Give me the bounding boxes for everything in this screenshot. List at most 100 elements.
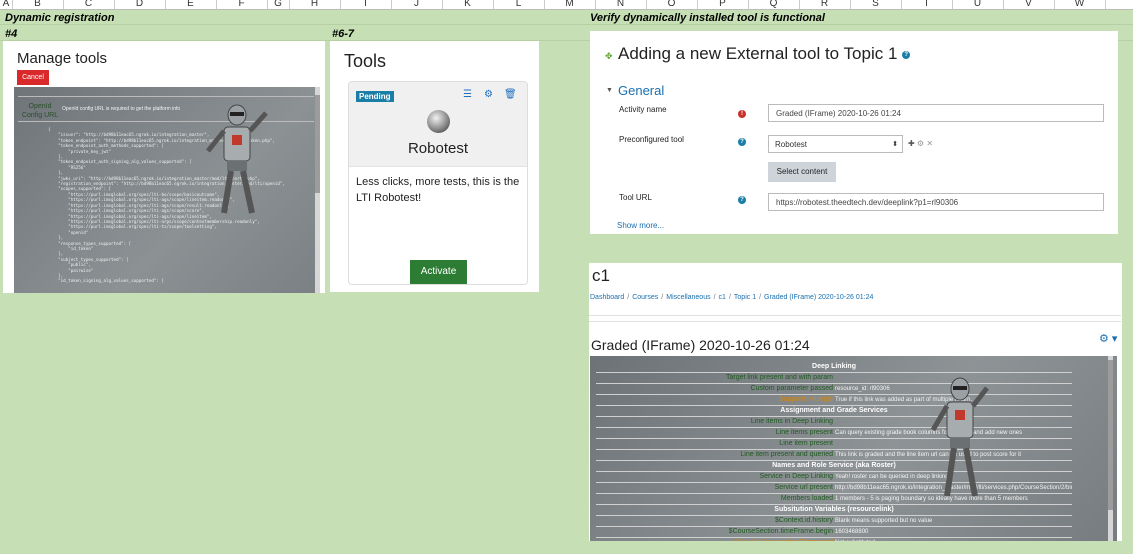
- breadcrumb-item[interactable]: Courses: [632, 294, 658, 301]
- openid-config-message: OpenId config URL is required to get the…: [62, 106, 181, 112]
- deep-linking-table: Deep Linking Target link present and with…: [596, 362, 1072, 541]
- breadcrumb-item[interactable]: Topic 1: [734, 294, 756, 301]
- column-letter[interactable]: M: [544, 0, 596, 9]
- table-row: Line items present Can query existing gra…: [596, 427, 1072, 439]
- table-row: Supports Multiple True if this link was a…: [596, 394, 1072, 406]
- column-letter[interactable]: F: [216, 0, 268, 9]
- robot-image: [930, 377, 989, 497]
- table-row: Line items in Deep Linking: [596, 416, 1072, 428]
- table-row: $CourseSection.timeFrame.endNot substitu…: [596, 537, 1072, 541]
- table-row: Members loaded 1 members - 5 is paging bo…: [596, 493, 1072, 505]
- column-letter[interactable]: R: [799, 0, 851, 9]
- breadcrumb-separator: /: [661, 294, 664, 301]
- table-row: Target link present and with param: [596, 372, 1072, 384]
- table-key: $Context.id.history: [596, 515, 834, 527]
- tool-name: Robotest: [407, 140, 469, 157]
- table-key: Line item present and queried: [596, 449, 834, 461]
- breadcrumb-item[interactable]: Miscellaneous: [666, 294, 710, 301]
- breadcrumb-separator: /: [728, 294, 731, 301]
- frame-scrollbar[interactable]: [1108, 356, 1113, 541]
- breadcrumb-item[interactable]: Graded (IFrame) 2020-10-26 01:24: [764, 294, 873, 301]
- gear-icon[interactable]: ⚙ ▾: [1099, 332, 1117, 345]
- column-letter[interactable]: H: [289, 0, 341, 9]
- frame-scrollbar-thumb[interactable]: [1108, 360, 1113, 510]
- sheet-cell-step-6-7[interactable]: #6-7: [332, 28, 354, 40]
- section-general[interactable]: General: [618, 83, 664, 98]
- robot-image: [206, 104, 268, 214]
- cancel-button[interactable]: Cancel: [17, 70, 49, 85]
- activate-button[interactable]: Activate: [410, 260, 467, 284]
- course-title: c1: [592, 266, 610, 285]
- add-tool-icons[interactable]: ✚ ⚙ ✕: [908, 139, 933, 148]
- table-row: Line item present and queried This link i…: [596, 449, 1072, 461]
- activity-name-input[interactable]: Graded (IFrame) 2020-10-26 01:24: [768, 104, 1104, 122]
- column-letter[interactable]: I: [340, 0, 392, 9]
- preconfigured-tool-select[interactable]: Robotest ⬍: [768, 135, 903, 153]
- frame-scrollbar[interactable]: [315, 87, 320, 293]
- frame-scrollbar-thumb[interactable]: [315, 95, 320, 193]
- show-more-link[interactable]: Show more...: [617, 221, 664, 230]
- breadcrumb-item[interactable]: c1: [719, 294, 726, 301]
- column-letter[interactable]: P: [697, 0, 749, 9]
- tool-logo-icon: [427, 110, 450, 133]
- table-value: Blank means supported but no value: [834, 515, 1072, 527]
- list-icon[interactable]: ☰: [463, 89, 472, 100]
- deep-linking-frame: Deep Linking Target link present and with…: [590, 356, 1117, 541]
- tools-panel: Tools Pending ☰ ⚙ 🗑 Robotest Less clicks…: [330, 41, 539, 292]
- trash-icon[interactable]: 🗑: [504, 89, 517, 100]
- tool-url-input[interactable]: https://robotest.theedtech.dev/deeplink?…: [768, 193, 1104, 211]
- table-row: Deep Linking: [596, 362, 1072, 373]
- help-icon[interactable]: ?: [738, 138, 746, 147]
- table-key: Line items in Deep Linking: [596, 416, 834, 428]
- table-key: Members loaded: [596, 493, 834, 505]
- tool-card-header: Pending ☰ ⚙ 🗑 Robotest: [349, 82, 527, 167]
- column-letter[interactable]: N: [595, 0, 647, 9]
- table-value: 1603468800: [834, 526, 1072, 538]
- column-letter[interactable]: T: [901, 0, 953, 9]
- manage-tools-title: Manage tools: [17, 50, 108, 67]
- grid-line: [0, 24, 1133, 25]
- status-badge: Pending: [356, 91, 394, 102]
- column-letter[interactable]: U: [952, 0, 1004, 9]
- column-letter[interactable]: J: [391, 0, 443, 9]
- column-letter[interactable]: E: [165, 0, 217, 9]
- table-row: Custom parameter passed resource_id: rl90…: [596, 383, 1072, 395]
- gear-icon[interactable]: ⚙: [484, 89, 493, 100]
- help-icon[interactable]: ?: [902, 50, 911, 59]
- external-tool-icon: ✥: [605, 51, 613, 61]
- sheet-cell-step-4[interactable]: #4: [5, 28, 17, 40]
- column-letter[interactable]: L: [493, 0, 545, 9]
- page-title-text: Adding a new External tool to Topic 1: [618, 44, 898, 63]
- column-letter[interactable]: C: [63, 0, 115, 9]
- sheet-cell-dynamic-registration[interactable]: Dynamic registration: [5, 12, 114, 24]
- help-icon[interactable]: ?: [738, 196, 746, 205]
- sheet-cell-verify-heading[interactable]: Verify dynamically installed tool is fun…: [590, 12, 825, 24]
- column-letter[interactable]: Q: [748, 0, 800, 9]
- openid-config-label: OpenId Config URL: [21, 103, 59, 119]
- table-row: Names and Role Service (aka Roster): [596, 460, 1072, 472]
- table-key: $CourseSection.timeFrame.begin: [596, 526, 834, 538]
- column-letter[interactable]: B: [12, 0, 64, 9]
- column-letter[interactable]: D: [114, 0, 166, 9]
- breadcrumb: Dashboard / Courses / Miscellaneous / c1/Topic…: [590, 294, 873, 301]
- column-letter[interactable]: K: [442, 0, 494, 9]
- column-letter[interactable]: O: [646, 0, 698, 9]
- table-section-header: Names and Role Service (aka Roster): [596, 460, 1072, 472]
- activity-name-label: Activity name: [619, 105, 667, 114]
- frame-divider: [18, 96, 314, 97]
- page-title: Adding a new External tool to Topic 1 ?: [618, 44, 911, 64]
- collapse-chevron-icon[interactable]: ▼: [606, 87, 613, 94]
- breadcrumb-separator: /: [759, 294, 762, 301]
- tools-title: Tools: [344, 51, 387, 71]
- breadcrumb-item[interactable]: Dashboard: [590, 294, 624, 301]
- column-letter[interactable]: G: [267, 0, 290, 9]
- table-row: $CourseSection.timeFrame.begin 1603468800: [596, 526, 1072, 538]
- column-letter[interactable]: W: [1054, 0, 1106, 9]
- add-external-tool-panel: ✥ Adding a new External tool to Topic 1 …: [590, 31, 1118, 234]
- column-letter[interactable]: S: [850, 0, 902, 9]
- table-row: Subsitution Variables (resourcelink): [596, 504, 1072, 516]
- column-letter[interactable]: V: [1003, 0, 1055, 9]
- select-content-button[interactable]: Select content: [768, 162, 836, 182]
- table-section-header: Deep Linking: [596, 362, 1072, 373]
- table-row: Service in Deep Linking Yeah! roster can …: [596, 471, 1072, 483]
